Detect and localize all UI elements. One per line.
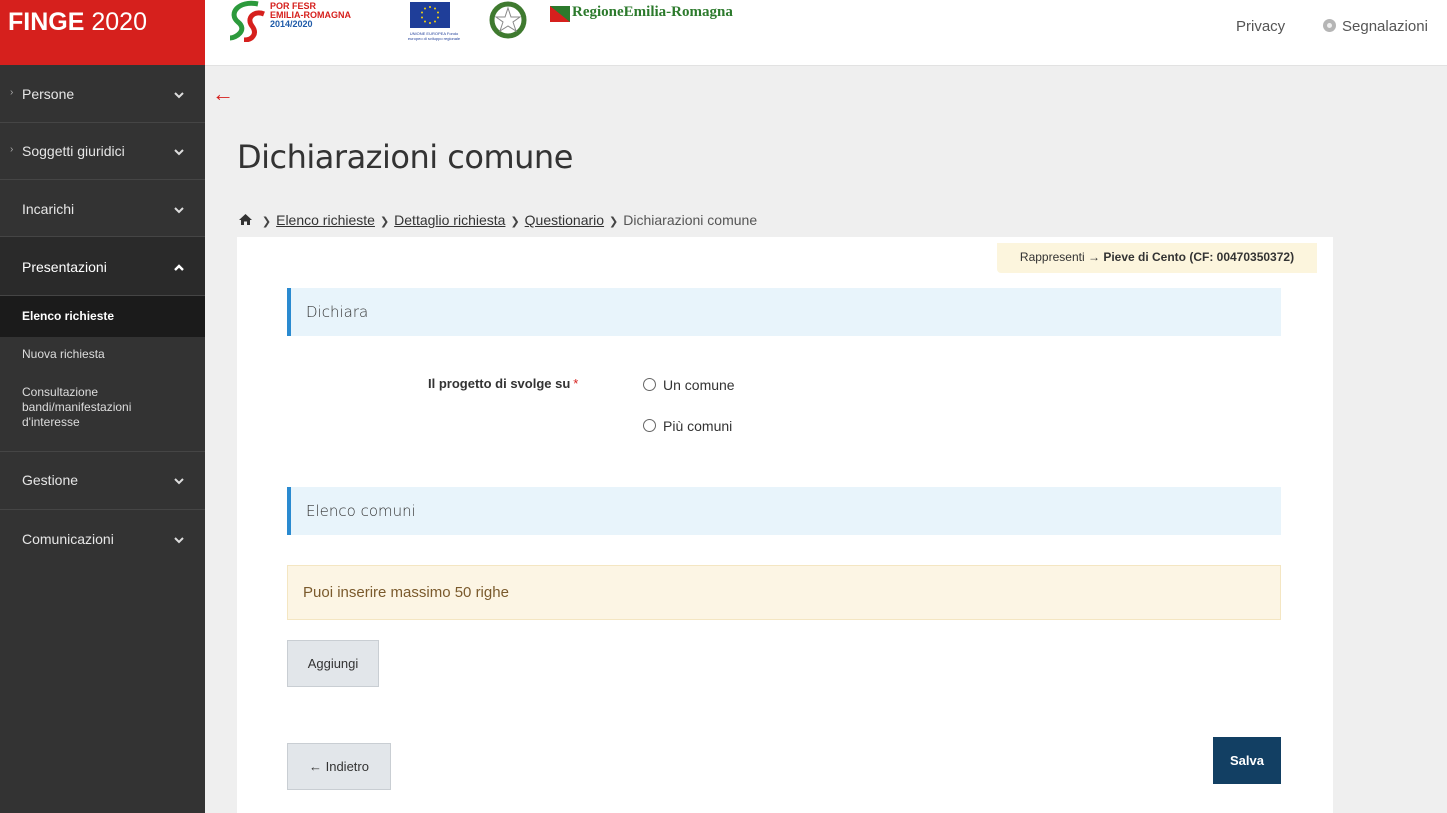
sidebar-toggle-arrow[interactable]: ← [212, 83, 234, 105]
sidebar-item-soggetti-giuridici[interactable]: › Soggetti giuridici [0, 123, 205, 180]
eu-caption: UNIONE EUROPEA Fondo europeo di sviluppo… [407, 31, 461, 41]
chevron-down-icon [174, 92, 184, 99]
emblem-icon [489, 1, 527, 39]
page-title: Dichiarazioni comune [237, 138, 573, 176]
eu-flag-icon [410, 2, 450, 28]
radio-label: Un comune [663, 377, 735, 393]
required-mark: * [573, 376, 579, 391]
sidebar-item-label: Comunicazioni [22, 531, 114, 547]
breadcrumb-separator-icon: ❯ [510, 216, 520, 228]
save-button[interactable]: Salva [1213, 737, 1281, 784]
represented-entity-value: Pieve di Cento (CF: 00470350372) [1103, 250, 1295, 264]
por-fesr-logo: POR FESR EMILIA-ROMAGNA 2014/2020 [228, 0, 378, 43]
radio-label: Più comuni [663, 418, 733, 434]
sidebar-item-label: Incarichi [22, 201, 75, 217]
breadcrumb-questionario[interactable]: Questionario [525, 212, 604, 228]
breadcrumb-current: Dichiarazioni comune [623, 212, 758, 228]
brand-name: FINGE [8, 8, 85, 36]
sidebar-subitem-label: Elenco richieste [22, 309, 115, 323]
sidebar-item-incarichi[interactable]: Incarichi [0, 180, 205, 237]
represented-prefix: Rappresenti [1019, 250, 1085, 264]
support-icon [1323, 19, 1336, 32]
segnalazioni-link[interactable]: Segnalazioni [1323, 18, 1428, 35]
por-fesr-swirl-icon [229, 0, 265, 43]
rer-text: RegioneEmilia-Romagna [572, 4, 733, 20]
radio-un-comune[interactable]: Un comune [643, 377, 735, 393]
breadcrumb: ❯ Elenco richieste ❯ Dettaglio richiesta ❯ Qu… [238, 212, 757, 228]
app-brand[interactable]: FINGE 2020 [0, 0, 205, 65]
sidebar-item-comunicazioni[interactable]: Comunicazioni [0, 510, 205, 568]
section-dichiara: Dichiara [287, 288, 1281, 336]
radio-circle-icon[interactable] [643, 419, 656, 432]
sidebar-item-label: Gestione [22, 472, 79, 488]
max-rows-warning: Puoi inserire massimo 50 righe [287, 565, 1281, 620]
privacy-link[interactable]: Privacy [1236, 18, 1285, 35]
chevron-up-icon [174, 264, 184, 271]
por-fesr-line3: 2014/2020 [270, 19, 313, 29]
chevron-down-icon [174, 149, 184, 156]
chevron-down-icon [174, 537, 184, 544]
section-elenco-comuni: Elenco comuni [287, 487, 1281, 535]
por-fesr-text: POR FESR EMILIA-ROMAGNA 2014/2020 [270, 2, 351, 29]
breadcrumb-separator-icon: ❯ [609, 216, 619, 228]
top-header: FINGE 2020 POR FESR EMILIA-ROMAGNA 2014/… [0, 0, 1447, 66]
segnalazioni-label: Segnalazioni [1342, 18, 1428, 35]
back-button[interactable]: ← Indietro [287, 743, 391, 790]
sidebar-item-presentazioni[interactable]: Presentazioni [0, 237, 205, 296]
sidebar-subitem-elenco-richieste[interactable]: Elenco richieste [0, 296, 205, 337]
sidebar-item-label: Persone [22, 86, 75, 102]
eu-flag-logo: UNIONE EUROPEA Fondo europeo di sviluppo… [404, 2, 460, 44]
chevron-down-icon [174, 478, 184, 485]
bullet-icon: › [10, 87, 14, 98]
breadcrumb-elenco-richieste[interactable]: Elenco richieste [276, 212, 375, 228]
brand-year: 2020 [91, 8, 147, 36]
italian-republic-emblem [488, 0, 528, 40]
sidebar-subitem-label: Consultazione bandi/manifestazioni d'int… [22, 385, 132, 429]
rer-flag-icon [550, 6, 570, 22]
sidebar-item-label: Soggetti giuridici [22, 143, 125, 159]
question-text: Il progetto di svolge su [428, 376, 571, 391]
sidebar-subitem-nuova-richiesta[interactable]: Nuova richiesta [0, 337, 205, 377]
home-icon[interactable] [238, 213, 253, 226]
add-button[interactable]: Aggiungi [287, 640, 379, 687]
radio-circle-icon[interactable] [643, 378, 656, 391]
represented-entity-badge: Rappresenti → Pieve di Cento (CF: 004703… [997, 243, 1317, 273]
sidebar-item-label: Presentazioni [22, 259, 107, 275]
sidebar-subitem-label: Nuova richiesta [22, 347, 105, 361]
arrow-right-icon: → [1087, 250, 1100, 264]
sidebar: › Persone › Soggetti giuridici Incarichi… [0, 65, 205, 813]
bullet-icon: › [10, 144, 14, 155]
breadcrumb-separator-icon: ❯ [261, 216, 272, 228]
radio-piu-comuni[interactable]: Più comuni [643, 418, 732, 434]
chevron-down-icon [174, 207, 184, 214]
sidebar-subitem-consultazione-bandi[interactable]: Consultazione bandi/manifestazioni d'int… [0, 377, 205, 452]
regione-emilia-romagna-logo: RegioneEmilia-Romagna [550, 4, 750, 28]
breadcrumb-dettaglio-richiesta[interactable]: Dettaglio richiesta [394, 212, 505, 228]
sidebar-item-gestione[interactable]: Gestione [0, 452, 205, 510]
breadcrumb-separator-icon: ❯ [379, 216, 390, 228]
sidebar-item-persone[interactable]: › Persone [0, 65, 205, 123]
question-label: Il progetto di svolge su * [428, 376, 578, 391]
